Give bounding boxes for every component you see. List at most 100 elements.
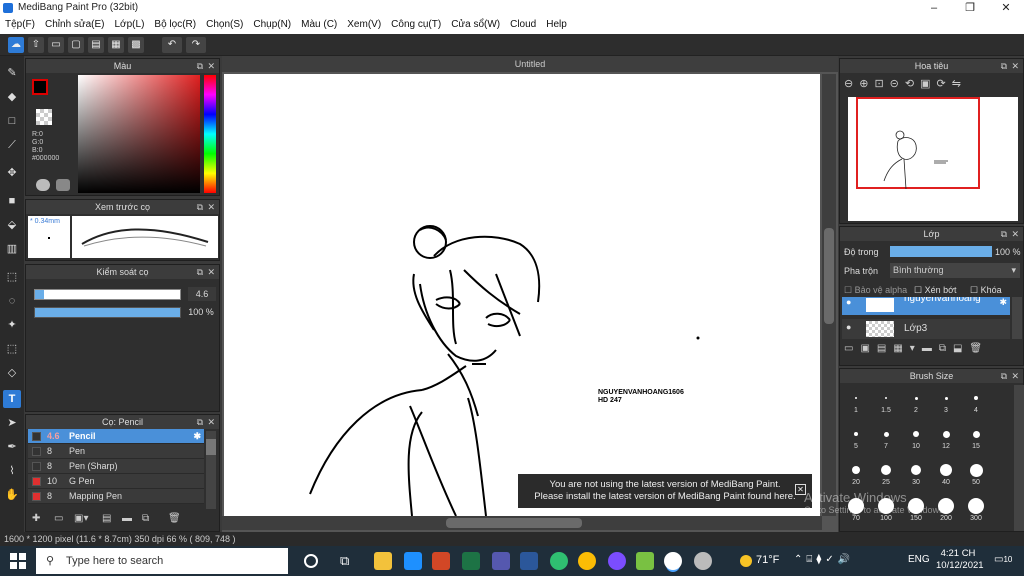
eraser-tool-icon[interactable]: ◆ [3, 88, 21, 106]
close-icon[interactable]: ✕ [207, 200, 215, 214]
brush-menu-icon[interactable]: ▣▾ [74, 513, 88, 524]
protect-alpha-option[interactable]: ☐ Bảo vệ alpha [844, 285, 907, 296]
undo-icon[interactable]: ↶ [162, 37, 182, 53]
fit-icon[interactable]: ⊡ [874, 78, 889, 90]
language-indicator[interactable]: ENG [908, 554, 930, 565]
canvas-tab[interactable]: Untitled [222, 56, 838, 72]
brush-size-option[interactable]: 4 [961, 389, 991, 414]
foreground-color-swatch[interactable] [32, 79, 48, 95]
merge-layer-icon[interactable]: ⬓ [953, 343, 969, 354]
duplicate-icon[interactable]: ⧉ [142, 513, 149, 524]
brush-item-pencil[interactable]: 4.6 Pencil ✱ [28, 429, 204, 444]
brush-size-slider[interactable] [34, 289, 181, 300]
detach-icon[interactable]: ⧉ [197, 200, 203, 214]
brush-size-option[interactable]: 7 [871, 425, 901, 450]
app-icon-green[interactable] [550, 552, 568, 570]
weather-icon[interactable] [740, 555, 752, 567]
word-icon[interactable] [520, 552, 538, 570]
chrome-icon[interactable] [578, 552, 596, 570]
brush-size-option[interactable]: 1.5 [871, 389, 901, 414]
dropper-icon[interactable]: ⌇ [3, 462, 21, 480]
horizontal-scroll-thumb[interactable] [446, 518, 582, 528]
brush-size-option[interactable]: 5 [841, 425, 871, 450]
layer-folder-icon[interactable]: ▬ [922, 343, 939, 354]
brush-item-pen-sharp[interactable]: 8 Pen (Sharp) [28, 459, 204, 474]
menu-view[interactable]: Xem(V) [342, 16, 386, 34]
zoom-minus-icon[interactable]: ⊝ [890, 78, 905, 90]
close-icon[interactable]: ✕ [207, 415, 215, 429]
blend-mode-select[interactable]: Bình thường ▾ [890, 263, 1020, 278]
teams-icon[interactable] [492, 552, 510, 570]
lock-option[interactable]: ☐ Khóa [970, 285, 1002, 296]
new-brush-icon[interactable]: ▭ [54, 513, 63, 524]
select-eraser-icon[interactable]: ◇ [3, 364, 21, 382]
lasso-tool-icon[interactable]: ◌ [3, 292, 21, 310]
actual-size-icon[interactable]: ▣ [920, 78, 936, 90]
close-button[interactable]: ✕ [988, 0, 1024, 16]
delete-layer-icon[interactable]: 🗑 [969, 343, 989, 354]
select-pen-icon[interactable]: ⬚ [3, 340, 21, 358]
gear-icon[interactable]: ✱ [193, 429, 201, 444]
close-icon[interactable]: ✕ [207, 59, 215, 73]
comment-icon[interactable]: ▭ [48, 37, 64, 53]
gear-icon[interactable]: ✱ [999, 297, 1007, 308]
menu-select[interactable]: Chọn(S) [201, 16, 248, 34]
medibang-taskbar-icon[interactable] [664, 552, 682, 570]
layer-item-2[interactable]: ● Lớp3 [842, 319, 1010, 339]
move-tool-icon[interactable]: ✥ [3, 164, 21, 182]
menu-filter[interactable]: Bộ lọc(R) [149, 16, 201, 34]
store-icon[interactable] [404, 552, 422, 570]
new-layer-1bit-icon[interactable]: ▤ [877, 343, 893, 354]
bucket-tool-icon[interactable]: ⬙ [3, 216, 21, 234]
powerpoint-icon[interactable] [432, 552, 450, 570]
minimize-button[interactable]: – [916, 0, 952, 16]
menu-tools[interactable]: Công cụ(T) [386, 16, 446, 34]
close-icon[interactable]: ✕ [207, 265, 215, 279]
detach-icon[interactable]: ⧉ [197, 59, 203, 73]
vertical-scroll-thumb[interactable] [824, 228, 834, 324]
brush-size-option[interactable]: 30 [901, 461, 931, 486]
brush-list-scrollbar[interactable] [206, 431, 216, 509]
magic-wand-icon[interactable]: ✦ [3, 316, 21, 334]
detach-icon[interactable]: ⧉ [1001, 59, 1007, 73]
add-brush-icon[interactable]: ✚ [32, 513, 40, 524]
messenger-icon[interactable] [608, 552, 626, 570]
update-notice[interactable]: You are not using the latest version of … [518, 474, 812, 508]
brush-size-option[interactable]: 50 [961, 461, 991, 486]
menu-file[interactable]: Tệp(F) [0, 16, 40, 34]
zoom-in-icon[interactable]: ⊕ [859, 78, 874, 90]
menu-color[interactable]: Màu (C) [296, 16, 342, 34]
flip-icon[interactable]: ⇋ [952, 78, 967, 90]
menu-snap[interactable]: Chụp(N) [248, 16, 296, 34]
layer-opacity-slider[interactable] [890, 246, 992, 257]
brush-size-option[interactable]: 15 [961, 425, 991, 450]
grid-icon[interactable]: ▦ [108, 37, 124, 53]
menu-cloud[interactable]: Cloud [505, 16, 541, 34]
page-icon[interactable]: ▤ [88, 37, 104, 53]
brush-opacity-slider[interactable] [34, 307, 181, 318]
text-tool-icon[interactable]: T [3, 390, 21, 408]
taskbar-search-box[interactable]: ⚲ Type here to search [36, 548, 288, 574]
trash-icon[interactable]: 🗑 [168, 513, 181, 524]
palette-icon[interactable] [36, 179, 50, 191]
brush-size-option[interactable]: 300 [961, 497, 991, 522]
scroll-thumb[interactable] [206, 439, 216, 455]
brush-size-option[interactable]: 40 [931, 461, 961, 486]
rotate-right-icon[interactable]: ⟳ [937, 78, 952, 90]
menu-help[interactable]: Help [541, 16, 572, 34]
brush-item-mapping-pen[interactable]: 8 Mapping Pen [28, 489, 204, 504]
notification-center[interactable]: ▭10 [994, 554, 1012, 565]
eyedropper-tool-icon[interactable]: ✒ [3, 438, 21, 456]
line-tool-icon[interactable]: ⟋ [3, 136, 21, 154]
detach-icon[interactable]: ⧉ [1001, 369, 1007, 383]
brush-size-option[interactable]: 20 [841, 461, 871, 486]
transparent-swatch[interactable] [36, 109, 52, 125]
brush-size-option[interactable]: 1 [841, 389, 871, 414]
weather-temp[interactable]: 71°F [756, 554, 779, 566]
brush-item-pen[interactable]: 8 Pen [28, 444, 204, 459]
new-layer-8bit-icon[interactable]: ▣ [860, 343, 876, 354]
canvas-horizontal-scrollbar[interactable] [222, 516, 822, 530]
detach-icon[interactable]: ⧉ [197, 415, 203, 429]
close-icon[interactable]: ✕ [1011, 369, 1019, 383]
duplicate-layer-icon[interactable]: ⧉ [939, 343, 953, 354]
